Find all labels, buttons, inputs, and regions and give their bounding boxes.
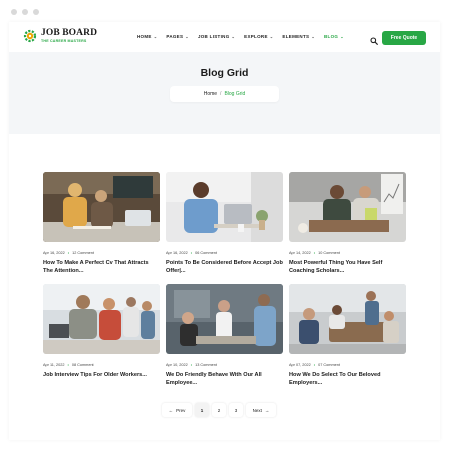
menu-label: PAGES — [166, 34, 184, 39]
gear-logo-icon — [23, 29, 37, 43]
menu-item-elements[interactable]: ELEMENTS ⌄ — [282, 34, 315, 39]
arrow-right-icon: → — [264, 407, 270, 413]
prev-page-button[interactable]: ← Prev — [162, 403, 192, 417]
post-comments[interactable]: 07 Comment — [318, 363, 340, 367]
chevron-down-icon: ⌄ — [269, 34, 274, 39]
next-page-button[interactable]: Next → — [246, 403, 276, 417]
post-date: Apr 14, 2022 — [289, 250, 311, 255]
prev-label: Prev — [176, 407, 186, 413]
post-title[interactable]: How To Make A Perfect Cv That Attracts T… — [43, 259, 160, 275]
post-meta: Apr 14, 2022 • 10 Comment — [289, 250, 406, 255]
blog-card: Apr 11, 2022 • 08 Comment Job Interview … — [43, 284, 160, 379]
post-comments[interactable]: 12 Comment — [72, 251, 94, 255]
search-icon[interactable] — [370, 32, 378, 45]
page-button-3[interactable]: 3 — [229, 403, 243, 417]
post-meta: Apr 07, 2022 • 07 Comment — [289, 362, 406, 367]
next-label: Next — [252, 407, 262, 413]
menu-item-blog[interactable]: BLOG ⌄ — [324, 34, 344, 39]
meta-separator-icon: • — [67, 362, 69, 367]
chevron-down-icon: ⌄ — [340, 34, 344, 39]
brand-tagline: THE CAREER MASTERS — [41, 38, 87, 43]
post-date: Apr 16, 2022 — [43, 250, 65, 255]
menu-label: EXPLORE — [244, 34, 268, 39]
post-meta: Apr 16, 2022 • 06 Comment — [166, 250, 283, 255]
menu-label: HOME — [137, 34, 152, 39]
meta-separator-icon: • — [67, 250, 70, 255]
post-date: Apr 10, 2022 — [166, 362, 188, 367]
blog-card: Apr 07, 2022 • 07 Comment How We Do Sele… — [289, 284, 406, 387]
window-dot[interactable] — [22, 9, 28, 15]
brand-logo[interactable]: JOB BOARD THE CAREER MASTERS — [23, 28, 98, 43]
post-title[interactable]: Points To Be Considered Before Accept Jo… — [166, 259, 283, 275]
blog-post-image[interactable] — [289, 172, 406, 242]
menu-item-home[interactable]: HOME ⌄ — [137, 34, 157, 39]
post-title[interactable]: How We Do Select To Our Beloved Employer… — [289, 371, 406, 387]
page: JOB BOARD THE CAREER MASTERS HOME ⌄ PAGES… — [9, 22, 440, 440]
post-meta: Apr 10, 2022 • 13 Comment — [166, 362, 283, 367]
window-dot[interactable] — [11, 9, 17, 15]
post-comments[interactable]: 10 Comment — [318, 251, 340, 255]
breadcrumb: Home / Blog Grid — [170, 86, 279, 102]
post-meta: Apr 11, 2022 • 08 Comment — [43, 362, 160, 367]
page-title: Blog Grid — [200, 67, 249, 79]
blog-card: Apr 10, 2022 • 13 Comment We Do Friendly… — [166, 284, 283, 387]
brand-title: JOB BOARD — [41, 28, 98, 38]
window-controls — [11, 9, 39, 15]
free-quote-button[interactable]: Free Quote — [382, 31, 426, 45]
pagination: ← Prev 1 2 3 Next → — [162, 403, 279, 417]
page-button-1[interactable]: 1 — [195, 403, 209, 417]
blog-post-image[interactable] — [289, 284, 406, 354]
main-menu: HOME ⌄ PAGES ⌄ JOB LISTING ⌄ EXPLORE ⌄ ELEME… — [137, 34, 353, 39]
blog-post-image[interactable] — [166, 284, 283, 354]
blog-card: Apr 14, 2022 • 10 Comment Most Powerful … — [289, 172, 406, 275]
page-hero: Blog Grid Home / Blog Grid — [9, 52, 440, 134]
post-title[interactable]: We Do Friendly Behave With Our All Emplo… — [166, 371, 283, 387]
post-comments[interactable]: 08 Comment — [72, 363, 94, 367]
chevron-down-icon: ⌄ — [311, 34, 315, 39]
breadcrumb-current: Blog Grid — [224, 91, 246, 97]
post-date: Apr 16, 2022 — [166, 250, 188, 255]
blog-post-image[interactable] — [43, 284, 160, 354]
menu-item-explore[interactable]: EXPLORE ⌄ — [244, 34, 273, 39]
blog-post-image[interactable] — [166, 172, 283, 242]
chevron-down-icon: ⌄ — [231, 34, 236, 39]
arrow-left-icon: ← — [168, 407, 174, 413]
post-date: Apr 07, 2022 — [289, 362, 311, 367]
chevron-down-icon: ⌄ — [153, 34, 158, 39]
chevron-down-icon: ⌄ — [185, 34, 189, 39]
page-button-2[interactable]: 2 — [212, 403, 226, 417]
post-title[interactable]: Most Powerful Thing You Have Self Coachi… — [289, 259, 406, 275]
menu-label: ELEMENTS — [282, 34, 310, 39]
meta-separator-icon: • — [190, 362, 193, 367]
meta-separator-icon: • — [190, 250, 193, 255]
post-meta: Apr 16, 2022 • 12 Comment — [43, 250, 160, 255]
meta-separator-icon: • — [313, 362, 316, 367]
meta-separator-icon: • — [313, 250, 316, 255]
menu-label: BLOG — [323, 34, 339, 39]
browser-window: JOB BOARD THE CAREER MASTERS HOME ⌄ PAGES… — [0, 0, 450, 456]
post-date: Apr 11, 2022 — [43, 362, 65, 367]
breadcrumb-separator: / — [220, 91, 222, 97]
blog-card: Apr 16, 2022 • 12 Comment How To Make A … — [43, 172, 160, 275]
post-title[interactable]: Job Interview Tips For Older Workers... — [43, 371, 160, 379]
blog-card: Apr 16, 2022 • 06 Comment Points To Be C… — [166, 172, 283, 275]
blog-post-image[interactable] — [43, 172, 160, 242]
navbar: JOB BOARD THE CAREER MASTERS HOME ⌄ PAGES… — [9, 22, 440, 52]
window-dot[interactable] — [33, 9, 39, 15]
post-comments[interactable]: 13 Comment — [195, 363, 217, 367]
menu-item-pages[interactable]: PAGES ⌄ — [166, 34, 189, 39]
menu-item-job-listing[interactable]: JOB LISTING ⌄ — [198, 34, 235, 39]
breadcrumb-home-link[interactable]: Home — [204, 91, 217, 97]
post-comments[interactable]: 06 Comment — [195, 251, 217, 255]
menu-label: JOB LISTING — [197, 34, 230, 39]
